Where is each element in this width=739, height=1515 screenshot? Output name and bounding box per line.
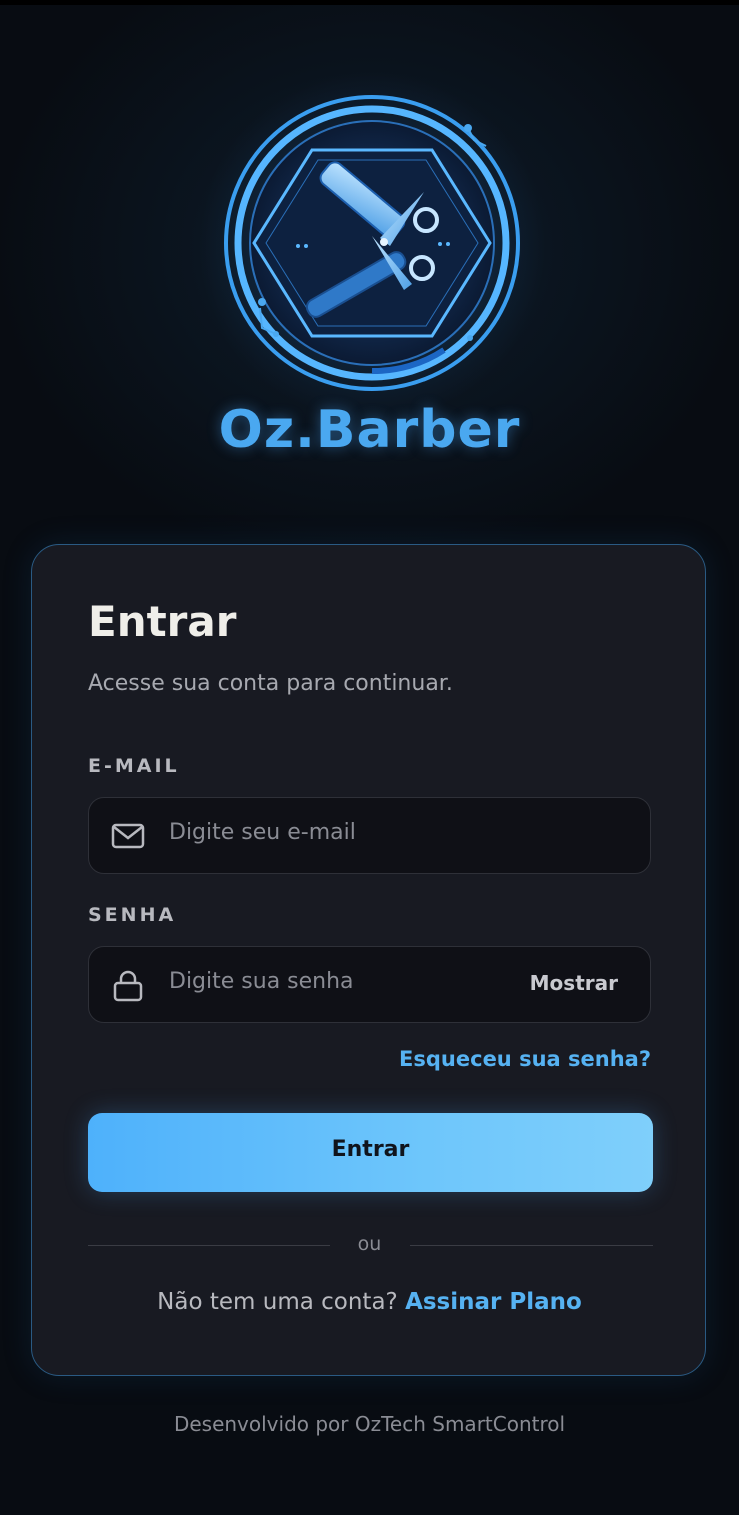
status-bar-strip bbox=[0, 0, 739, 5]
email-placeholder: Digite seu e-mail bbox=[169, 820, 356, 845]
email-label: E-MAIL bbox=[88, 755, 180, 777]
footer-credit: Desenvolvido por OzTech SmartControl bbox=[173, 1412, 566, 1436]
login-button[interactable]: Entrar bbox=[88, 1113, 653, 1192]
divider-right bbox=[410, 1245, 653, 1246]
login-card: Entrar Acesse sua conta para continuar. … bbox=[31, 544, 706, 1376]
password-label: SENHA bbox=[88, 904, 177, 926]
signup-row: Não tem uma conta? Assinar Plano bbox=[32, 1289, 707, 1315]
brand-logo bbox=[212, 88, 532, 398]
signup-prompt: Não tem uma conta? bbox=[157, 1289, 398, 1315]
lock-icon bbox=[111, 970, 145, 1002]
signup-link[interactable]: Assinar Plano bbox=[405, 1289, 582, 1315]
mail-icon bbox=[111, 821, 145, 851]
brand-name: Oz.Barber bbox=[218, 400, 521, 460]
email-field[interactable]: Digite seu e-mail bbox=[88, 797, 651, 874]
page-title: Entrar bbox=[88, 597, 237, 646]
password-field[interactable]: Digite sua senha Mostrar bbox=[88, 946, 651, 1023]
page-subtitle: Acesse sua conta para continuar. bbox=[88, 671, 453, 696]
password-placeholder: Digite sua senha bbox=[169, 969, 354, 994]
forgot-password-link[interactable]: Esqueceu sua senha? bbox=[399, 1047, 651, 1071]
show-password-button[interactable]: Mostrar bbox=[530, 971, 618, 995]
login-button-label: Entrar bbox=[331, 1137, 410, 1162]
divider-text: ou bbox=[357, 1233, 382, 1255]
barber-scissors-razor-emblem-icon bbox=[224, 95, 520, 391]
